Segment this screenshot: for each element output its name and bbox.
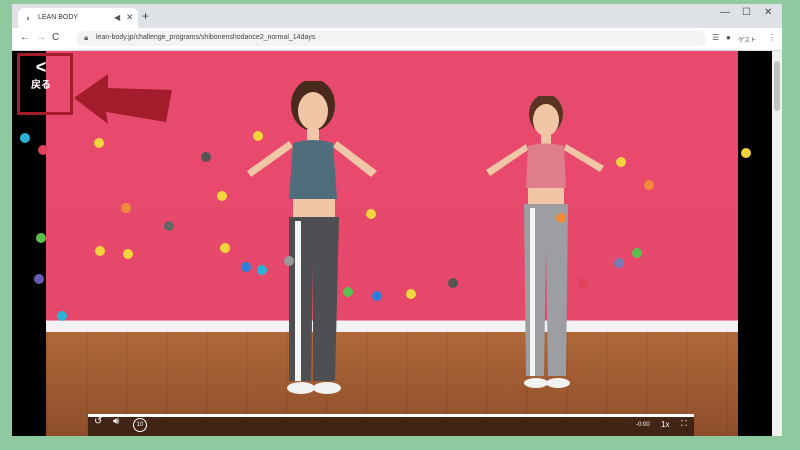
page-scrollbar[interactable] (772, 51, 782, 436)
fullscreen-icon[interactable]: ⛶ (681, 419, 687, 429)
back-button[interactable]: < 戻る (26, 58, 56, 91)
volume-icon[interactable]: 🔊︎ (113, 416, 119, 427)
playback-speed-button[interactable]: 1x (661, 420, 669, 429)
confetti-dot (253, 131, 263, 141)
confetti-dot (164, 221, 174, 231)
reload-button[interactable]: C (52, 32, 59, 43)
account-icon[interactable]: ● (726, 33, 731, 42)
confetti-dot (406, 289, 416, 299)
confetti-dot (343, 287, 353, 297)
browser-toolbar: ← → C 🔒︎ lean-body.jp/challenge_programs… (12, 28, 782, 51)
confetti-dot (20, 133, 30, 143)
address-bar[interactable]: 🔒︎ lean-body.jp/challenge_programs/shibo… (76, 31, 706, 46)
close-tab-icon[interactable]: ✕ (126, 12, 134, 23)
back-button-label: 戻る (31, 80, 51, 91)
confetti-dot (94, 138, 104, 148)
replay-icon[interactable]: ↺ (94, 416, 102, 427)
scrollbar-thumb[interactable] (774, 61, 780, 111)
video-controls-bar (88, 414, 694, 436)
confetti-dot (38, 145, 48, 155)
browser-window: ◐ LEAN BODY ◀ ✕ + — ☐ ✕ ← → C 🔒︎ lean-bo… (12, 4, 782, 436)
confetti-dot (201, 152, 211, 162)
confetti-dot (36, 233, 46, 243)
reading-list-icon[interactable]: ☰ (712, 33, 719, 42)
forward-nav-button[interactable]: → (36, 32, 46, 43)
skip-10-icon[interactable]: 10 (133, 418, 147, 432)
confetti-dot (121, 203, 131, 213)
confetti-dot (57, 311, 67, 321)
tab-title: LEAN BODY (38, 14, 79, 21)
time-remaining: -0:00 (636, 422, 650, 428)
url-text[interactable]: lean-body.jp/challenge_programs/shibonen… (96, 34, 315, 41)
confetti-dot (257, 265, 267, 275)
confetti-dot (556, 213, 566, 223)
confetti-dot (632, 248, 642, 258)
site-favicon-icon: ◐ (26, 13, 32, 23)
confetti-dot (448, 278, 458, 288)
confetti-dot (616, 157, 626, 167)
maximize-button[interactable]: ☐ (742, 7, 751, 18)
new-tab-button[interactable]: + (142, 9, 149, 23)
confetti-dot (372, 291, 382, 301)
menu-dots-icon[interactable]: ⋮ (768, 33, 776, 42)
confetti-dot (34, 274, 44, 284)
speaker-icon[interactable]: ◀ (114, 13, 120, 22)
confetti-dot (95, 246, 105, 256)
confetti-dot (644, 180, 654, 190)
confetti-dot (578, 278, 588, 288)
confetti-dot (241, 262, 251, 272)
tab-strip: ◐ LEAN BODY ◀ ✕ + — ☐ ✕ (12, 4, 782, 28)
confetti-dot (366, 209, 376, 219)
minimize-button[interactable]: — (720, 7, 730, 18)
browser-tab[interactable]: ◐ LEAN BODY ◀ ✕ (18, 8, 138, 28)
back-nav-button[interactable]: ← (20, 32, 30, 43)
confetti-dot (217, 191, 227, 201)
annotation-arrow-icon (74, 74, 172, 124)
confetti-dot (741, 148, 751, 158)
close-window-button[interactable]: ✕ (764, 7, 772, 18)
progress-bar[interactable] (88, 414, 694, 417)
confetti-dot (614, 258, 624, 268)
dancer-right (486, 96, 604, 388)
confetti-dot (123, 249, 133, 259)
confetti-dot (284, 256, 294, 266)
confetti-dot (220, 243, 230, 253)
profile-label[interactable]: ゲスト (738, 35, 756, 44)
chevron-left-icon: < (35, 57, 47, 77)
lock-icon: 🔒︎ (84, 33, 89, 42)
